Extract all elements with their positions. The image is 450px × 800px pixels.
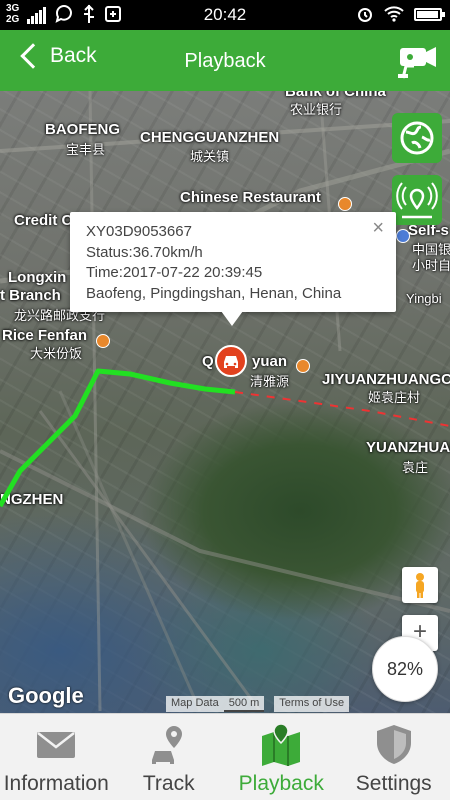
nav-label: Track (142, 772, 195, 795)
terms-of-use-link[interactable]: Terms of Use (274, 696, 350, 712)
map-scale: 500 m (223, 696, 265, 712)
alarm-icon (358, 8, 372, 22)
vehicle-marker[interactable] (215, 345, 247, 377)
wifi-icon (384, 6, 404, 22)
google-logo: Google (8, 683, 84, 708)
street-view-button[interactable] (402, 567, 438, 603)
video-camera-icon[interactable] (396, 40, 440, 80)
close-icon[interactable]: × (372, 218, 384, 239)
battery-icon (414, 7, 445, 21)
info-window: XY03D9053667 Status:36.70km/h Time:2017-… (70, 212, 396, 326)
car-icon (224, 356, 238, 368)
device-id: XY03D9053667 (86, 223, 192, 240)
address: Baofeng, Pingdingshan, Henan, China (86, 284, 342, 302)
nav-label: Playback (238, 772, 324, 795)
location-signal-button[interactable] (392, 175, 442, 225)
shield-icon (376, 725, 411, 764)
page-title: Playback (184, 50, 266, 72)
pegman-icon (416, 573, 424, 598)
app-header: Back Playback (0, 30, 450, 91)
nav-information[interactable]: Information (0, 714, 113, 800)
playback-speed-indicator[interactable]: 82% (372, 636, 438, 702)
nav-settings[interactable]: Settings (338, 714, 450, 800)
nav-label: Settings (355, 772, 432, 795)
map-data-link[interactable]: Map Data (166, 696, 224, 712)
location-signal-icon (396, 182, 438, 219)
globe-icon (400, 121, 434, 155)
nav-label: Information (3, 772, 109, 795)
status-bar: 3G 2G 20:42 (0, 0, 450, 30)
nav-track[interactable]: Track (113, 714, 226, 800)
map-pin-icon (262, 723, 301, 766)
timestamp: Time:2017-07-22 20:39:45 (86, 264, 263, 281)
envelope-icon (37, 732, 76, 758)
map-type-button[interactable] (392, 113, 442, 163)
map-view[interactable]: Bank of China 农业银行 BAOFENG 宝丰县 CHENGGUAN… (0, 91, 450, 713)
bottom-navigation: Information Track Playback Settings (0, 713, 450, 800)
speed-status: Status:36.70km/h (86, 243, 203, 261)
map-attribution: Map Data 500 m Terms of Use (166, 696, 350, 712)
track-path (0, 368, 450, 508)
nav-playback[interactable]: Playback (225, 714, 338, 800)
car-pin-icon (151, 726, 182, 764)
